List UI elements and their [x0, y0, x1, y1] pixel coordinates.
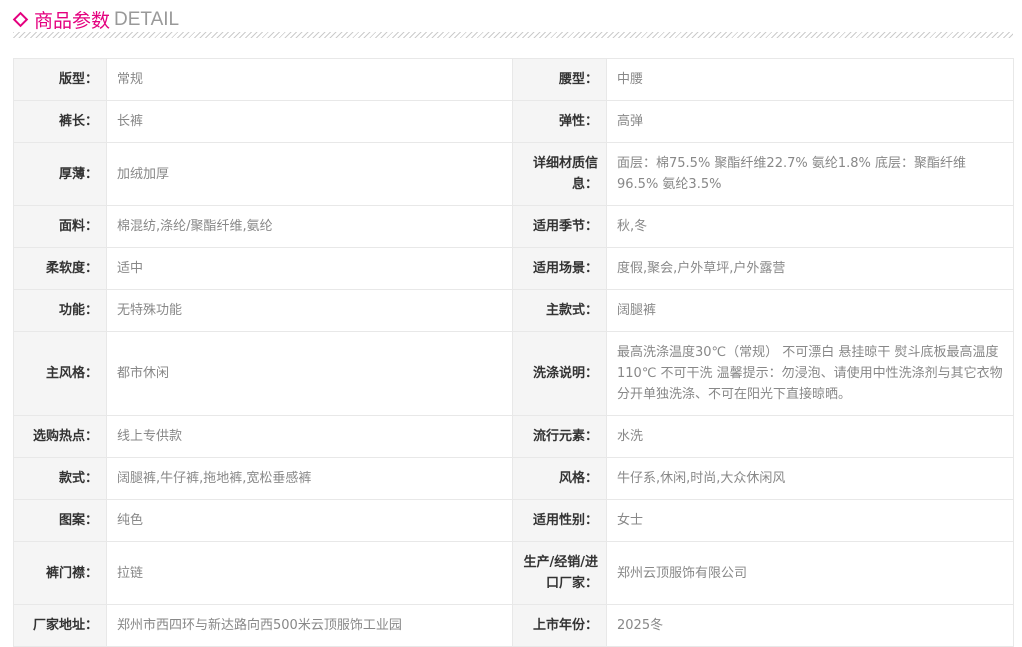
param-label: 款式：: [13, 457, 107, 500]
diamond-icon: [12, 11, 29, 28]
param-label: 流行元素：: [512, 415, 607, 458]
param-value: 常规: [106, 58, 513, 101]
table-row: 厂家地址： 郑州市西四环与新达路向西500米云顶服饰工业园 上市年份： 2025冬: [13, 604, 1014, 647]
param-value: 适中: [106, 247, 513, 290]
param-label: 风格：: [512, 457, 607, 500]
param-value: 无特殊功能: [106, 289, 513, 332]
param-label: 洗涤说明：: [512, 331, 607, 416]
section-title: 商品参数: [34, 10, 111, 32]
param-label: 版型：: [13, 58, 107, 101]
param-label: 腰型：: [512, 58, 607, 101]
param-label: 功能：: [13, 289, 107, 332]
divider: [13, 32, 1013, 38]
param-label: 弹性：: [512, 100, 607, 143]
param-value: 水洗: [606, 415, 1014, 458]
param-label: 厂家地址：: [13, 604, 107, 647]
section-header: 商品参数 DETAIL: [12, 6, 180, 33]
table-row: 款式： 阔腿裤,牛仔裤,拖地裤,宽松垂感裤 风格： 牛仔系,休闲,时尚,大众休闲风: [13, 457, 1014, 500]
param-value: 线上专供款: [106, 415, 513, 458]
param-value: 中腰: [606, 58, 1014, 101]
param-value: 高弹: [606, 100, 1014, 143]
table-row: 主风格： 都市休闲 洗涤说明： 最高洗涤温度30℃（常规） 不可漂白 悬挂晾干 熨斗底…: [13, 331, 1014, 416]
table-row: 裤长： 长裤 弹性： 高弹: [13, 100, 1014, 143]
param-label: 裤门襟：: [13, 541, 107, 605]
param-value: 秋,冬: [606, 205, 1014, 248]
table-row: 图案： 纯色 适用性别： 女士: [13, 499, 1014, 542]
param-label: 上市年份：: [512, 604, 607, 647]
param-label: 选购热点：: [13, 415, 107, 458]
param-value: 阔腿裤,牛仔裤,拖地裤,宽松垂感裤: [106, 457, 513, 500]
table-row: 柔软度： 适中 适用场景： 度假,聚会,户外草坪,户外露营: [13, 247, 1014, 290]
param-value: 面层：棉75.5% 聚酯纤维22.7% 氨纶1.8% 底层：聚酯纤维96.5% …: [606, 142, 1014, 206]
param-label: 适用季节：: [512, 205, 607, 248]
section-subtitle: DETAIL: [114, 8, 180, 30]
param-value: 长裤: [106, 100, 513, 143]
param-value: 度假,聚会,户外草坪,户外露营: [606, 247, 1014, 290]
param-value: 最高洗涤温度30℃（常规） 不可漂白 悬挂晾干 熨斗底板最高温度110℃ 不可干…: [606, 331, 1014, 416]
param-value: 纯色: [106, 499, 513, 542]
param-value: 棉混纺,涤纶/聚酯纤维,氨纶: [106, 205, 513, 248]
table-row: 功能： 无特殊功能 主款式： 阔腿裤: [13, 289, 1014, 332]
param-label: 图案：: [13, 499, 107, 542]
param-value: 郑州云顶服饰有限公司: [606, 541, 1014, 605]
param-value: 加绒加厚: [106, 142, 513, 206]
param-value: 都市休闲: [106, 331, 513, 416]
param-label: 厚薄：: [13, 142, 107, 206]
param-label: 详细材质信息：: [512, 142, 607, 206]
param-value: 2025冬: [606, 604, 1014, 647]
table-row: 版型： 常规 腰型： 中腰: [13, 58, 1014, 101]
param-label: 主款式：: [512, 289, 607, 332]
param-label: 裤长：: [13, 100, 107, 143]
param-value: 牛仔系,休闲,时尚,大众休闲风: [606, 457, 1014, 500]
table-row: 选购热点： 线上专供款 流行元素： 水洗: [13, 415, 1014, 458]
param-label: 生产/经销/进口厂家：: [512, 541, 607, 605]
table-row: 裤门襟： 拉链 生产/经销/进口厂家： 郑州云顶服饰有限公司: [13, 541, 1014, 605]
param-value: 阔腿裤: [606, 289, 1014, 332]
table-row: 厚薄： 加绒加厚 详细材质信息： 面层：棉75.5% 聚酯纤维22.7% 氨纶1.8%…: [13, 142, 1014, 206]
param-label: 主风格：: [13, 331, 107, 416]
params-table: 版型： 常规 腰型： 中腰 裤长： 长裤 弹性： 高弹 厚薄： 加绒加厚 详细材质信息： 面层：棉75…: [13, 58, 1014, 647]
table-row: 面料： 棉混纺,涤纶/聚酯纤维,氨纶 适用季节： 秋,冬: [13, 205, 1014, 248]
param-label: 适用场景：: [512, 247, 607, 290]
param-value: 女士: [606, 499, 1014, 542]
param-label: 面料：: [13, 205, 107, 248]
param-label: 柔软度：: [13, 247, 107, 290]
param-value: 郑州市西四环与新达路向西500米云顶服饰工业园: [106, 604, 513, 647]
param-label: 适用性别：: [512, 499, 607, 542]
param-value: 拉链: [106, 541, 513, 605]
